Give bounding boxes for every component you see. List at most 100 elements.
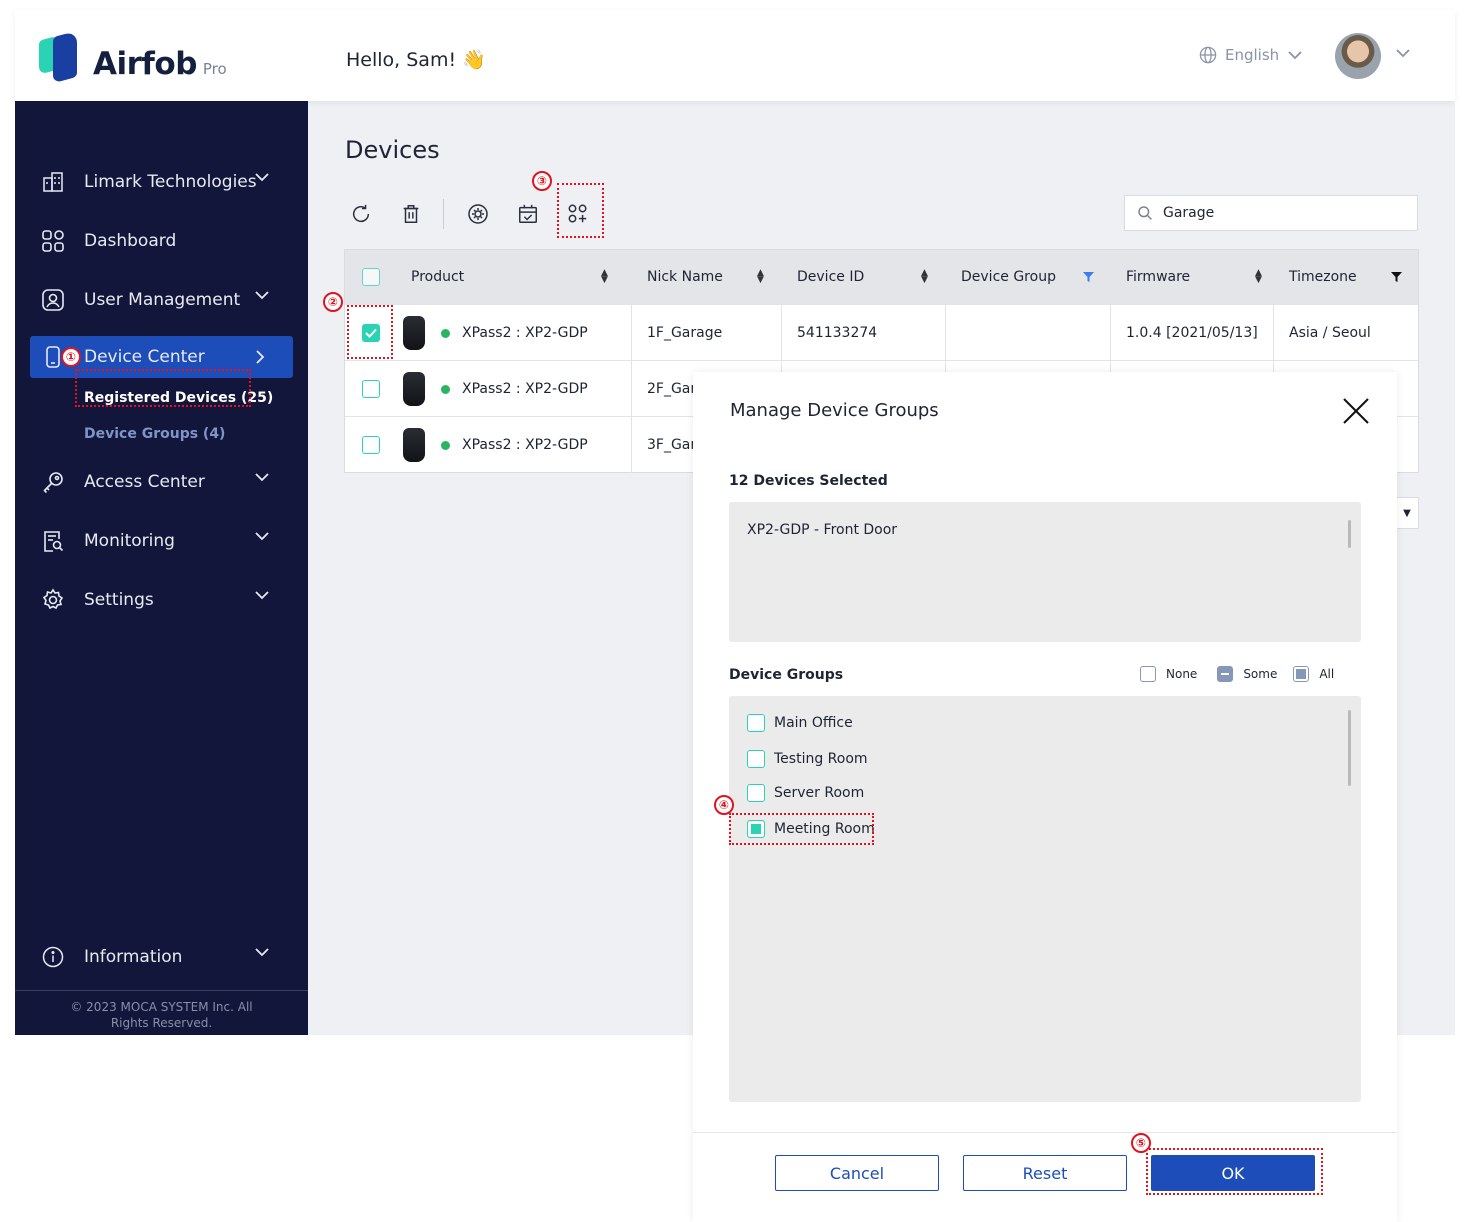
device-product: XPass2 : XP2-GDP (403, 417, 588, 473)
device-product: XPass2 : XP2-GDP (403, 361, 588, 417)
scrollbar[interactable] (1348, 710, 1351, 786)
none-legend-box (1140, 666, 1156, 682)
group-item-testing-room[interactable]: Testing Room (747, 750, 868, 768)
sidebar-item-dashboard[interactable]: Dashboard (30, 220, 293, 262)
device-nickname: 3F_Gar (647, 437, 697, 453)
annotation-box-2 (347, 305, 393, 359)
sort-icon[interactable]: ▲ ▼ (601, 250, 608, 304)
device-firmware: 1.0.4 [2021/05/13] (1126, 325, 1258, 341)
page-size-dropdown[interactable]: ▼ (1395, 497, 1419, 529)
sidebar-item-label: Monitoring (84, 531, 175, 551)
modal-title: Manage Device Groups (730, 400, 939, 421)
toolbar-divider (443, 199, 444, 229)
sort-icon[interactable]: ▲ ▼ (921, 250, 928, 304)
device-image (403, 316, 425, 350)
column-firmware[interactable]: Firmware (1126, 250, 1190, 304)
cancel-button[interactable]: Cancel (775, 1155, 939, 1191)
airfob-logo[interactable]: Airfob Pro (39, 30, 227, 84)
sidebar-item-settings[interactable]: Settings (30, 579, 293, 621)
sidebar-item-access-center[interactable]: Access Center (30, 461, 293, 503)
annotation-box-1 (75, 369, 251, 407)
column-timezone[interactable]: Timezone (1289, 250, 1357, 304)
table-row[interactable]: XPass2 : XP2-GDP 1F_Garage 541133274 1.0… (345, 304, 1418, 361)
refresh-button[interactable] (345, 198, 377, 230)
column-device-group[interactable]: Device Group (961, 250, 1056, 304)
device-product: XPass2 : XP2-GDP (403, 305, 588, 361)
building-icon (40, 169, 66, 195)
reset-button[interactable]: Reset (963, 1155, 1127, 1191)
online-status-dot (441, 384, 450, 394)
online-status-dot (441, 440, 450, 450)
greeting-text: Hello, Sam! 👋 (346, 49, 486, 71)
gear-icon (40, 587, 66, 613)
sidebar-item-monitoring[interactable]: Monitoring (30, 520, 293, 562)
search-box[interactable] (1124, 195, 1418, 231)
close-button[interactable] (1341, 396, 1371, 426)
annotation-marker-2: ② (323, 292, 343, 312)
sidebar-item-user-management[interactable]: User Management (30, 279, 293, 321)
device-image (403, 372, 425, 406)
delete-button[interactable] (395, 198, 427, 230)
select-all-checkbox[interactable] (362, 250, 380, 304)
sidebar-item-label: User Management (84, 290, 241, 310)
filter-icon[interactable] (1391, 250, 1402, 304)
column-device-id[interactable]: Device ID (797, 250, 864, 304)
sync-gear-icon (468, 204, 488, 224)
schedule-button[interactable] (512, 198, 544, 230)
group-checkbox[interactable] (747, 750, 765, 768)
top-header: Airfob Pro Hello, Sam! 👋 English (15, 10, 1455, 101)
key-icon (40, 469, 66, 495)
device-groups-list: Main Office Testing Room Server Room Mee… (729, 696, 1361, 1102)
sidebar-item-label: Access Center (84, 472, 205, 492)
group-checkbox[interactable] (747, 784, 765, 802)
sort-icon[interactable]: ▲ ▼ (757, 250, 764, 304)
search-icon (1138, 206, 1152, 220)
globe-icon (1199, 46, 1217, 64)
chevron-down-icon (1288, 51, 1302, 60)
sidebar-item-information[interactable]: Information (30, 936, 293, 978)
column-nickname[interactable]: Nick Name (647, 250, 723, 304)
device-id: 541133274 (797, 325, 878, 341)
annotation-box-5 (1146, 1148, 1323, 1195)
group-item-server-room[interactable]: Server Room (747, 784, 864, 802)
table-header: Product ▲ ▼ Nick Name ▲ ▼ Device ID ▲ ▼ Dev… (345, 250, 1418, 304)
chevron-down-icon[interactable] (1395, 48, 1411, 58)
trash-icon (403, 205, 419, 223)
chevron-down-icon (255, 473, 269, 482)
sidebar-item-organization[interactable]: Limark Technologies (30, 161, 293, 203)
row-checkbox[interactable] (362, 361, 380, 417)
filter-icon[interactable] (1083, 250, 1094, 304)
selected-devices-list[interactable]: XP2-GDP - Front Door (729, 502, 1361, 642)
annotation-marker-3: ③ (532, 171, 552, 191)
sidebar-item-label: Settings (84, 590, 154, 610)
column-product[interactable]: Product (411, 250, 464, 304)
scrollbar[interactable] (1348, 520, 1351, 548)
sidebar-subitem-device-groups[interactable]: Device Groups (4) (84, 426, 225, 442)
all-legend-box (1293, 666, 1310, 682)
row-checkbox[interactable] (362, 417, 380, 473)
sidebar-item-label: Limark Technologies (84, 172, 257, 192)
user-icon (40, 287, 66, 313)
search-input[interactable] (1163, 205, 1403, 221)
chevron-down-icon (255, 948, 269, 957)
language-selector[interactable]: English (1199, 46, 1303, 64)
sidebar-item-label: Device Center (84, 347, 205, 367)
close-icon (1343, 398, 1369, 424)
checkbox-legend: None Some All (1140, 666, 1334, 682)
report-search-icon (40, 528, 66, 554)
some-legend-box (1217, 666, 1234, 682)
annotation-marker-5: ⑤ (1131, 1133, 1151, 1153)
device-groups-label: Device Groups (729, 667, 844, 683)
annotation-box-3 (557, 183, 604, 238)
avatar[interactable] (1335, 33, 1381, 79)
group-checkbox[interactable] (747, 714, 765, 732)
group-item-main-office[interactable]: Main Office (747, 714, 853, 732)
brand-suffix: Pro (202, 60, 227, 78)
chevron-down-icon (255, 591, 269, 600)
device-image (403, 428, 425, 462)
annotation-box-4 (729, 813, 874, 845)
brand-name: Airfob (93, 46, 197, 82)
sync-settings-button[interactable] (462, 198, 494, 230)
sort-icon[interactable]: ▲ ▼ (1255, 250, 1262, 304)
chevron-right-icon (256, 350, 265, 364)
